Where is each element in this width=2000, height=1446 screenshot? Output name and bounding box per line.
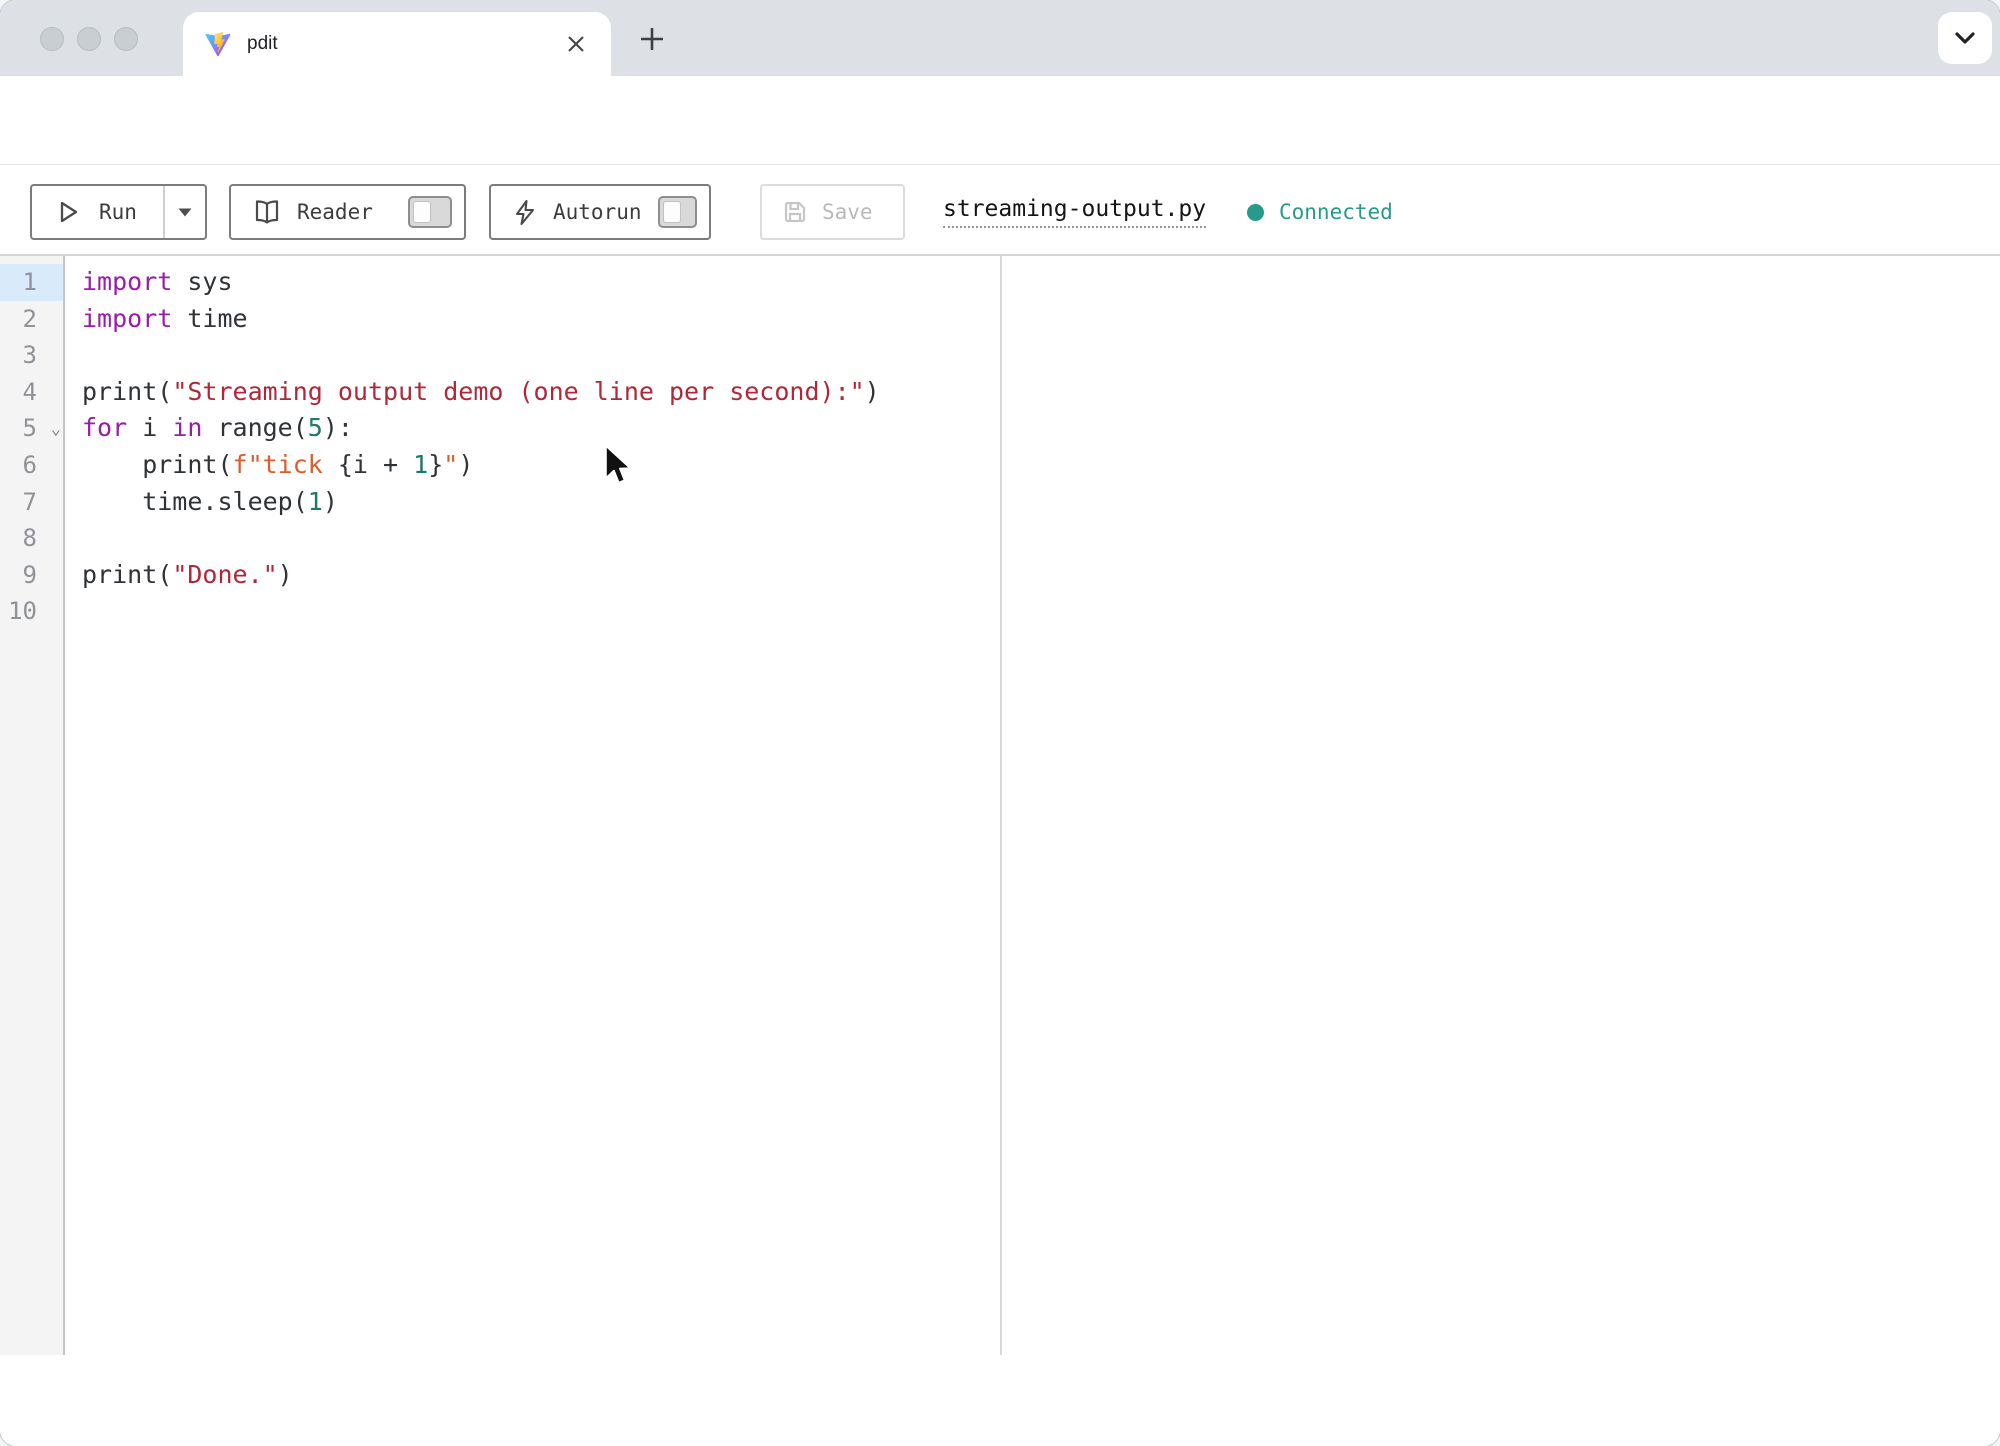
code-line: time.sleep(1) xyxy=(82,484,880,521)
code-token: import xyxy=(82,304,172,333)
caret-down-icon xyxy=(177,207,193,218)
save-icon xyxy=(782,199,808,225)
line-number-gutter: 12345⌄678910 xyxy=(0,256,65,1355)
reader-button-label: Reader xyxy=(297,200,373,224)
autorun-toggle-button[interactable]: Autorun xyxy=(489,184,711,240)
line-number: 5⌄ xyxy=(0,410,63,447)
fold-chevron-icon[interactable]: ⌄ xyxy=(51,411,61,448)
mouse-cursor-icon xyxy=(604,445,634,489)
code-token: range( xyxy=(202,413,307,442)
code-token: {i + xyxy=(338,450,413,479)
run-button-label: Run xyxy=(99,200,137,224)
status-label: Connected xyxy=(1279,200,1393,224)
chevron-down-icon xyxy=(1954,31,1976,45)
code-token: time xyxy=(172,304,247,333)
code-token: time.sleep( xyxy=(82,487,308,516)
code-line: print(f"tick {i + 1}") xyxy=(82,447,880,484)
save-button-label: Save xyxy=(822,200,873,224)
code-token: "Done." xyxy=(172,560,277,589)
code-editor-pane[interactable]: 12345⌄678910 import sysimport timeprint(… xyxy=(0,256,1000,1355)
code-token: " xyxy=(443,450,458,479)
close-tab-icon[interactable] xyxy=(565,33,587,55)
tab-strip: pdit xyxy=(0,0,2000,76)
code-token: print( xyxy=(82,560,172,589)
run-options-button[interactable] xyxy=(165,186,205,238)
code-token: in xyxy=(172,413,202,442)
code-line xyxy=(82,520,880,557)
code-token: ) xyxy=(865,377,880,406)
code-token: for xyxy=(82,413,127,442)
output-pane xyxy=(1002,256,2000,1355)
line-number: 6 xyxy=(0,447,63,484)
filename-text: streaming-output.py xyxy=(943,196,1206,228)
connected-dot-icon xyxy=(1247,204,1264,221)
code-token: ) xyxy=(278,560,293,589)
code-token: } xyxy=(428,450,443,479)
code-token: "Streaming output demo (one line per sec… xyxy=(172,377,864,406)
code-token: 1 xyxy=(308,487,323,516)
line-number: 4 xyxy=(0,374,63,411)
line-number: 10 xyxy=(0,593,63,630)
app-toolbar: Run Reader Autorun xyxy=(0,165,2000,254)
run-button[interactable]: Run xyxy=(32,186,163,238)
window-controls xyxy=(40,27,138,51)
book-icon xyxy=(253,199,281,225)
code-token: print( xyxy=(82,450,233,479)
code-token: 1 xyxy=(413,450,428,479)
line-number: 9 xyxy=(0,557,63,594)
code-token: 5 xyxy=(308,413,323,442)
play-icon xyxy=(56,199,81,225)
code-line: import sys xyxy=(82,264,880,301)
code-line: import time xyxy=(82,301,880,338)
code-token: f"tick xyxy=(233,450,338,479)
code-line: print("Streaming output demo (one line p… xyxy=(82,374,880,411)
autorun-button-label: Autorun xyxy=(553,200,642,224)
code-token: sys xyxy=(172,267,232,296)
code-token: print( xyxy=(82,377,172,406)
line-number: 2 xyxy=(0,301,63,338)
code-token: ) xyxy=(323,487,338,516)
autorun-toggle-knob xyxy=(663,201,681,223)
minimize-window-button[interactable] xyxy=(77,27,101,51)
save-button[interactable]: Save xyxy=(760,184,905,240)
tab-title: pdit xyxy=(247,33,565,55)
code-area[interactable]: import sysimport timeprint("Streaming ou… xyxy=(82,264,880,630)
code-token: i xyxy=(127,413,172,442)
zoom-window-button[interactable] xyxy=(114,27,138,51)
line-number: 8 xyxy=(0,520,63,557)
line-number: 3 xyxy=(0,337,63,374)
browser-toolbar: localhost:5173/?script=examples%2Fstream… xyxy=(0,76,2000,165)
reader-toggle-switch[interactable] xyxy=(408,196,452,228)
code-line: print("Done.") xyxy=(82,557,880,594)
reader-toggle-knob xyxy=(413,201,431,223)
run-button-group: Run xyxy=(30,184,207,240)
line-number: 1 xyxy=(0,264,63,301)
connection-status: Connected xyxy=(1247,184,1393,240)
code-token: import xyxy=(82,267,172,296)
new-tab-icon[interactable] xyxy=(637,24,667,54)
code-line xyxy=(82,593,880,630)
autorun-toggle-switch[interactable] xyxy=(658,196,697,228)
vite-favicon-icon xyxy=(205,31,231,57)
line-number: 7 xyxy=(0,484,63,521)
code-line: for i in range(5): xyxy=(82,410,880,447)
code-line xyxy=(82,337,880,374)
close-window-button[interactable] xyxy=(40,27,64,51)
browser-window: pdit xyxy=(0,0,2000,1446)
bolt-icon xyxy=(513,199,537,226)
tab-search-button[interactable] xyxy=(1938,12,1992,64)
code-token: ) xyxy=(458,450,473,479)
reader-toggle-button[interactable]: Reader xyxy=(229,184,466,240)
current-filename[interactable]: streaming-output.py xyxy=(943,184,1206,240)
browser-tab[interactable]: pdit xyxy=(183,12,611,76)
code-token: ): xyxy=(323,413,353,442)
